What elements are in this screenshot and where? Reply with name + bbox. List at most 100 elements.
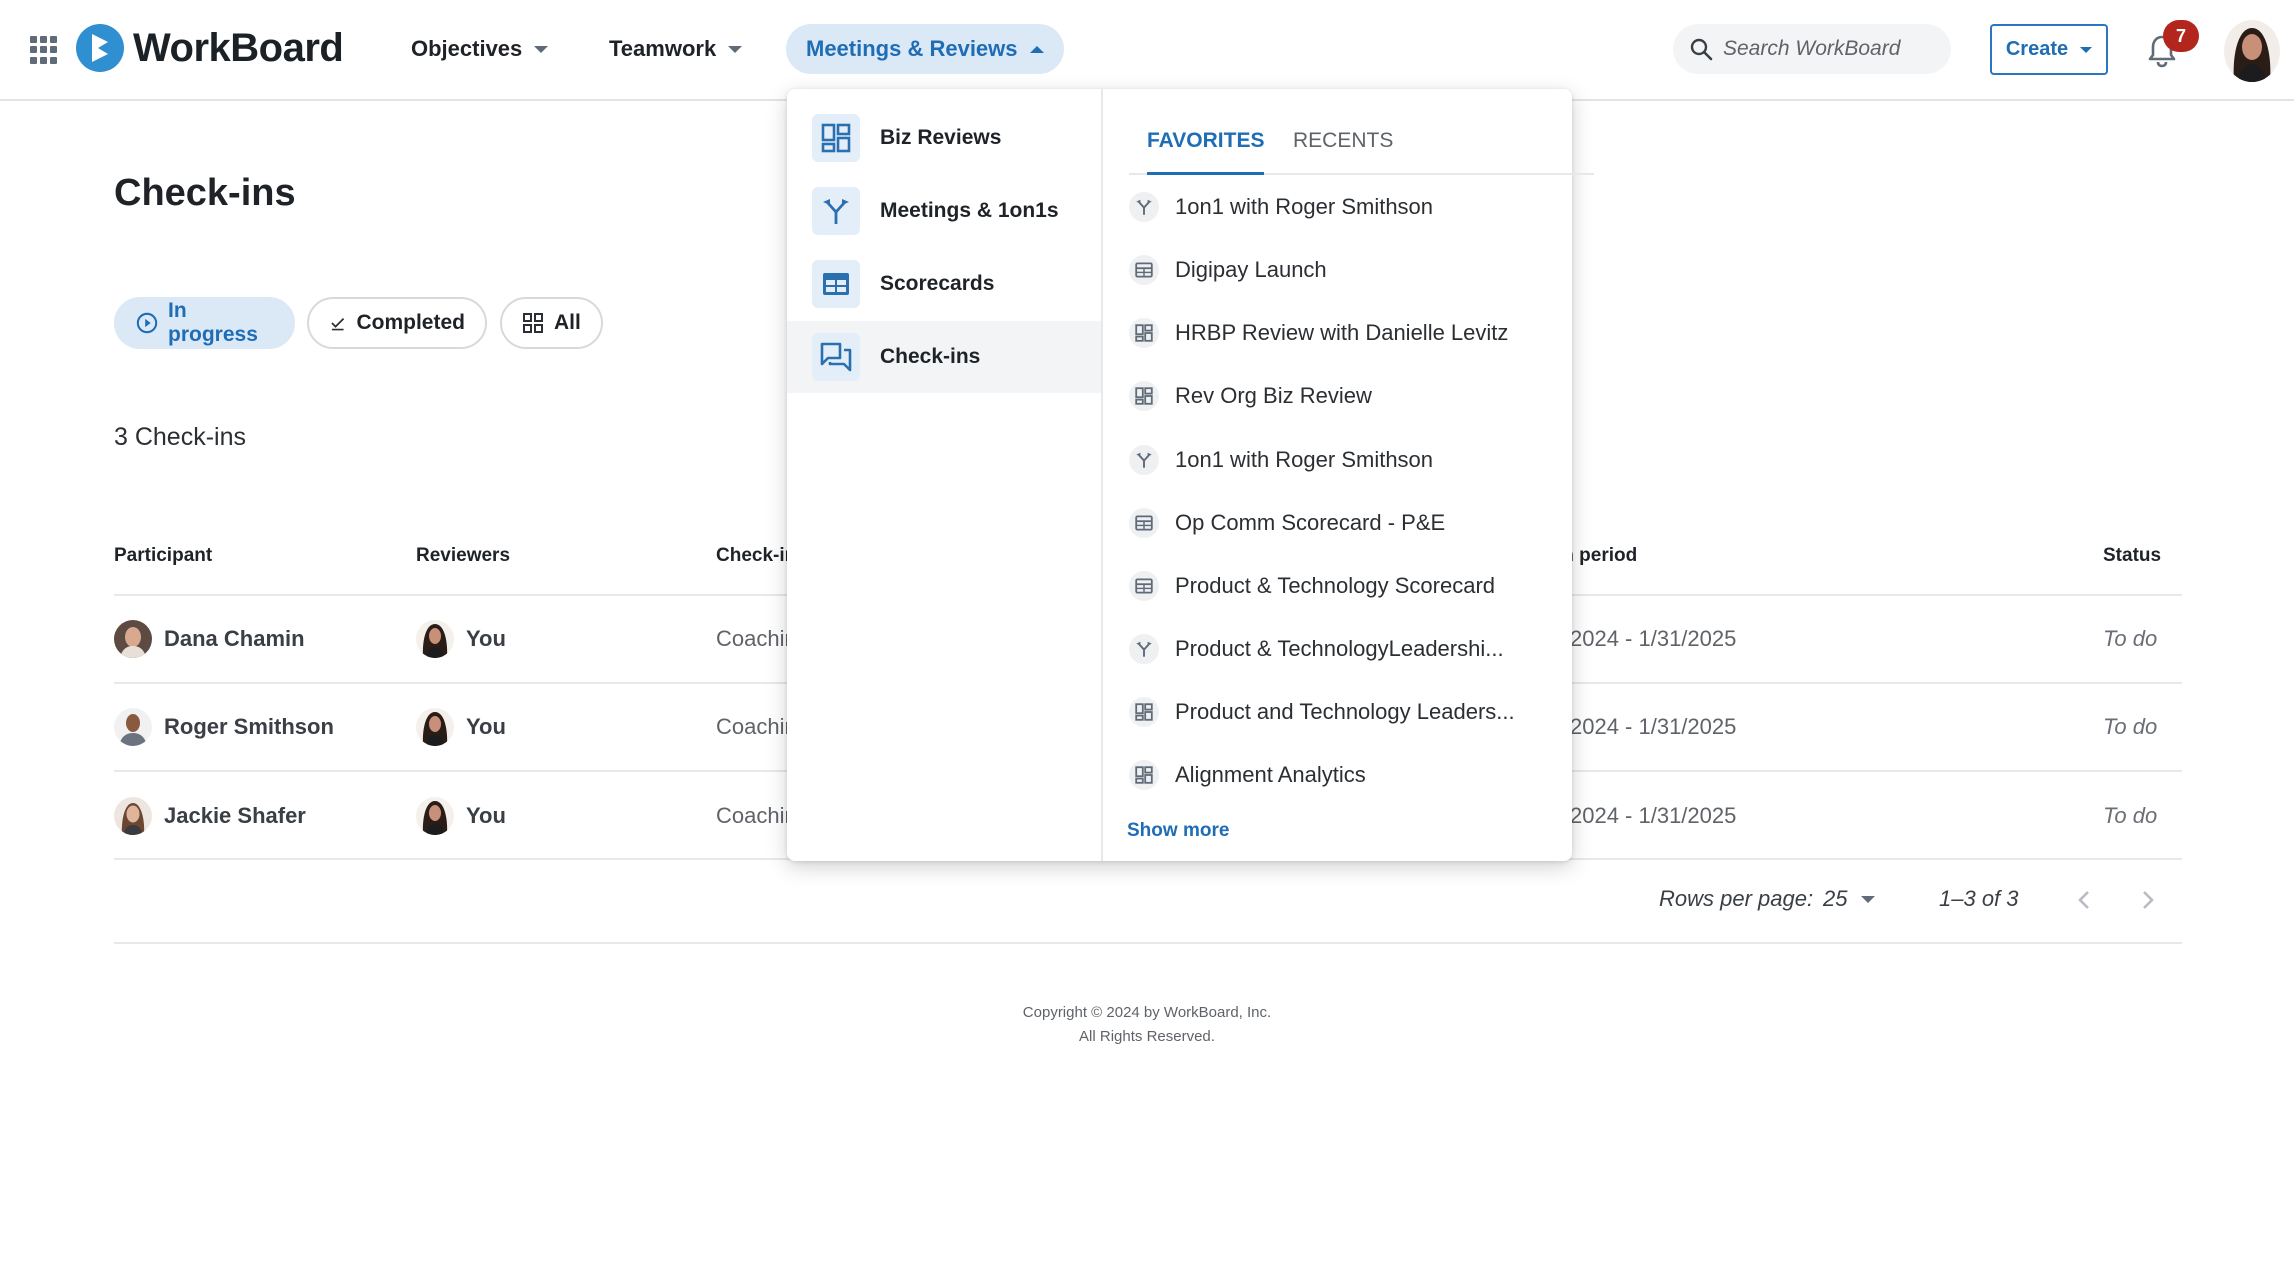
table-icon (1129, 571, 1159, 601)
participant-name: Dana Chamin (164, 626, 305, 651)
avatar (416, 620, 454, 658)
column-header-checkin[interactable]: Check-in (716, 545, 796, 567)
favorite-item[interactable]: Op Comm Scorecard - P&E (1129, 503, 1549, 543)
favorite-item[interactable]: Digipay Launch (1129, 250, 1549, 290)
favorite-label: HRBP Review with Danielle Levitz (1175, 320, 1509, 345)
workboard-logo-icon (76, 24, 124, 72)
checkin-type: Coachin (716, 626, 797, 651)
chevron-down-icon (2080, 46, 2093, 53)
workboard-logo[interactable]: WorkBoard (76, 24, 344, 72)
checkin-period: 2024 - 1/31/2025 (1570, 803, 1737, 828)
create-button[interactable]: Create (1990, 24, 2108, 75)
search-box[interactable] (1673, 24, 1951, 74)
participant-name: Jackie Shafer (164, 803, 306, 828)
top-bar: WorkBoard Objectives Teamwork Meetings &… (0, 0, 2294, 101)
rows-per-page-select[interactable]: 25 (1823, 886, 1876, 912)
favorite-item[interactable]: Product and Technology Leaders... (1129, 692, 1549, 732)
table-row-participant[interactable]: Jackie Shafer (114, 796, 306, 836)
pagination-range: 1–3 of 3 (1939, 886, 2019, 911)
meetings-reviews-dropdown: Biz Reviews Meetings & 1on1s Scorecards … (787, 89, 1594, 861)
menu-item-meetings-1on1s[interactable]: Meetings & 1on1s (787, 175, 1101, 247)
dropdown-menu: Biz Reviews Meetings & 1on1s Scorecards … (787, 89, 1103, 861)
favorite-item[interactable]: Product & TechnologyLeadershi... (1129, 629, 1549, 669)
nav-meetings-reviews-label: Meetings & Reviews (806, 36, 1018, 61)
favorite-label: Product and Technology Leaders... (1175, 699, 1515, 724)
menu-item-biz-reviews[interactable]: Biz Reviews (787, 102, 1101, 174)
avatar (114, 708, 152, 746)
chat-icon (812, 333, 860, 381)
tab-favorites[interactable]: FAVORITES (1147, 129, 1265, 175)
nav-objectives[interactable]: Objectives (391, 24, 568, 74)
favorite-label: Alignment Analytics (1175, 762, 1366, 787)
column-header-status[interactable]: Status (2103, 545, 2161, 567)
nav-objectives-label: Objectives (411, 36, 523, 61)
user-avatar[interactable] (2224, 20, 2280, 82)
merge-icon (1129, 445, 1159, 475)
favorite-label: 1on1 with Roger Smithson (1175, 447, 1434, 472)
table-icon (812, 260, 860, 308)
tab-recents[interactable]: RECENTS (1293, 129, 1393, 175)
favorite-item[interactable]: Alignment Analytics (1129, 755, 1549, 795)
table-row-reviewer: You (416, 796, 506, 836)
footer-copyright: Copyright © 2024 by WorkBoard, Inc. (1022, 1004, 1272, 1021)
avatar (416, 708, 454, 746)
grid-icon (523, 313, 543, 333)
rows-per-page-value: 25 (1823, 886, 1848, 911)
favorite-label: Digipay Launch (1175, 257, 1327, 282)
page-title: Check-ins (114, 172, 296, 214)
table-row-reviewer: You (416, 707, 506, 747)
participant-name: Roger Smithson (164, 714, 334, 739)
favorite-item[interactable]: Product & Technology Scorecard (1129, 566, 1549, 606)
avatar (114, 797, 152, 835)
favorite-label: Product & TechnologyLeadershi... (1175, 636, 1504, 661)
table-icon (1129, 508, 1159, 538)
column-header-participant[interactable]: Participant (114, 545, 212, 567)
favorite-label: Rev Org Biz Review (1175, 383, 1372, 408)
chevron-down-icon (728, 45, 743, 53)
checkin-count: 3 Check-ins (114, 423, 246, 451)
checkin-period: 2024 - 1/31/2025 (1570, 714, 1737, 739)
dashboard-icon (812, 114, 860, 162)
menu-item-label: Check-ins (880, 345, 981, 368)
checkin-type: Coachin (716, 803, 797, 828)
footer-rights: All Rights Reserved. (1079, 1028, 1215, 1045)
chevron-left-icon[interactable] (2072, 886, 2096, 914)
show-more-link[interactable]: Show more (1127, 820, 1229, 842)
favorite-item[interactable]: HRBP Review with Danielle Levitz (1129, 313, 1549, 353)
filter-completed[interactable]: Completed (307, 297, 487, 349)
nav-meetings-reviews[interactable]: Meetings & Reviews (786, 24, 1064, 74)
table-row-participant[interactable]: Roger Smithson (114, 707, 334, 747)
menu-item-label: Scorecards (880, 272, 995, 295)
favorite-item[interactable]: 1on1 with Roger Smithson (1129, 187, 1549, 227)
app-launcher-icon[interactable] (30, 36, 58, 64)
filter-completed-label: Completed (356, 311, 465, 334)
table-icon (1129, 255, 1159, 285)
table-row-reviewer: You (416, 619, 506, 659)
reviewer-name: You (466, 803, 506, 828)
merge-icon (812, 187, 860, 235)
filter-in-progress-label: In progress (168, 299, 258, 346)
search-icon (1690, 38, 1713, 61)
table-row-participant[interactable]: Dana Chamin (114, 619, 305, 659)
avatar (114, 620, 152, 658)
menu-item-scorecards[interactable]: Scorecards (787, 248, 1101, 320)
filter-in-progress[interactable]: In progress (114, 297, 295, 349)
filter-all[interactable]: All (500, 297, 603, 349)
nav-teamwork[interactable]: Teamwork (589, 24, 762, 74)
dropdown-tabs: FAVORITES RECENTS (1129, 113, 1594, 175)
chevron-right-icon[interactable] (2136, 886, 2160, 914)
favorite-label: Op Comm Scorecard - P&E (1175, 510, 1446, 535)
create-button-label: Create (2005, 38, 2069, 60)
menu-item-check-ins[interactable]: Check-ins (787, 321, 1101, 393)
favorite-item[interactable]: 1on1 with Roger Smithson (1129, 440, 1549, 480)
checkin-period: 2024 - 1/31/2025 (1570, 626, 1737, 651)
reviewer-name: You (466, 626, 506, 651)
merge-icon (1129, 634, 1159, 664)
column-header-reviewers[interactable]: Reviewers (416, 545, 510, 567)
reviewer-name: You (466, 714, 506, 739)
avatar (416, 797, 454, 835)
merge-icon (1129, 192, 1159, 222)
search-input[interactable] (1723, 37, 1943, 61)
dashboard-icon (1129, 318, 1159, 348)
favorite-item[interactable]: Rev Org Biz Review (1129, 376, 1549, 416)
